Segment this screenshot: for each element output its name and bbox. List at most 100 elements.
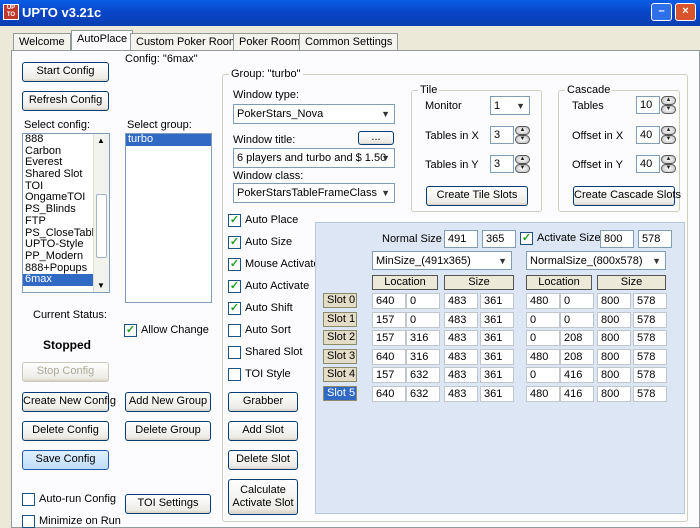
- slot-value-input[interactable]: 800: [597, 311, 631, 328]
- slot-value-input[interactable]: 578: [633, 348, 667, 365]
- slot-value-input[interactable]: 416: [560, 367, 594, 384]
- title-bar[interactable]: UP TO UPTO v3.21c – ×: [0, 0, 700, 26]
- slot-value-input[interactable]: 800: [597, 330, 631, 347]
- slot-value-input[interactable]: 316: [406, 330, 440, 347]
- slot-label[interactable]: Slot 5: [323, 386, 357, 401]
- group-list[interactable]: turbo: [125, 133, 212, 303]
- option-checkbox-auto-size[interactable]: ✓ Auto Size: [228, 236, 292, 249]
- cascade-tables-spinner[interactable]: ▲ ▼: [661, 96, 676, 114]
- tables-in-y-spinner[interactable]: ▲ ▼: [515, 155, 530, 173]
- slot-label[interactable]: Slot 4: [323, 367, 357, 383]
- slot-value-input[interactable]: 483: [444, 293, 478, 309]
- slot-value-input[interactable]: 157: [372, 367, 406, 384]
- slot-value-input[interactable]: 640: [372, 386, 406, 402]
- option-checkbox-shared-slot[interactable]: Shared Slot: [228, 346, 302, 359]
- slot-value-input[interactable]: 578: [633, 330, 667, 347]
- option-checkbox-auto-sort[interactable]: Auto Sort: [228, 324, 291, 337]
- slot-value-input[interactable]: 480: [526, 293, 560, 309]
- slot-value-input[interactable]: 208: [560, 348, 594, 365]
- spin-up-icon[interactable]: ▲: [515, 155, 530, 164]
- create-tile-slots-button[interactable]: Create Tile Slots: [426, 186, 528, 206]
- stop-config-button[interactable]: Stop Config: [22, 362, 109, 382]
- monitor-select[interactable]: 1 ▼: [490, 96, 530, 115]
- delete-slot-button[interactable]: Delete Slot: [228, 450, 298, 470]
- slot-value-input[interactable]: 578: [633, 293, 667, 309]
- minimize-checkbox[interactable]: Minimize on Run: [22, 515, 121, 528]
- calculate-activate-slot-button[interactable]: Calculate Activate Slot: [228, 479, 298, 515]
- slot-value-input[interactable]: 800: [597, 386, 631, 402]
- config-scrollbar[interactable]: ▲ ▼: [93, 134, 109, 292]
- slot-value-input[interactable]: 578: [633, 367, 667, 384]
- tab-autoplace[interactable]: AutoPlace: [71, 30, 134, 51]
- slot-value-input[interactable]: 800: [597, 293, 631, 309]
- slot-value-input[interactable]: 640: [372, 348, 406, 365]
- slot-value-input[interactable]: 0: [560, 311, 594, 328]
- option-checkbox-auto-place[interactable]: ✓ Auto Place: [228, 214, 298, 227]
- add-slot-button[interactable]: Add Slot: [228, 421, 298, 441]
- slot-value-input[interactable]: 483: [444, 386, 478, 402]
- tables-in-x-input[interactable]: 3: [490, 126, 514, 144]
- option-checkbox-mouse-activate[interactable]: ✓ Mouse Activate: [228, 258, 320, 271]
- slot-value-input[interactable]: 632: [406, 386, 440, 402]
- slot-value-input[interactable]: 483: [444, 330, 478, 347]
- refresh-config-button[interactable]: Refresh Config: [22, 91, 109, 111]
- list-item[interactable]: turbo: [126, 134, 211, 146]
- slot-value-input[interactable]: 632: [406, 367, 440, 384]
- slot-value-input[interactable]: 578: [633, 311, 667, 328]
- tab-common-settings[interactable]: Common Settings: [299, 33, 399, 50]
- slot-value-input[interactable]: 0: [406, 311, 440, 328]
- activate-size-checkbox[interactable]: ✓ Activate Size: [520, 232, 601, 245]
- option-checkbox-auto-activate[interactable]: ✓ Auto Activate: [228, 280, 309, 293]
- slot-value-input[interactable]: 800: [597, 367, 631, 384]
- save-config-button[interactable]: Save Config: [22, 450, 109, 470]
- slot-value-input[interactable]: 208: [560, 330, 594, 347]
- window-type-select[interactable]: PokerStars_Nova ▼: [233, 104, 395, 124]
- slot-value-input[interactable]: 0: [526, 311, 560, 328]
- spin-down-icon[interactable]: ▼: [515, 164, 530, 173]
- slot-value-input[interactable]: 416: [560, 386, 594, 402]
- slot-value-input[interactable]: 157: [372, 330, 406, 347]
- tab-poker-room[interactable]: Poker Room: [233, 33, 307, 50]
- scroll-down-icon[interactable]: ▼: [97, 281, 105, 290]
- offset-y-spinner[interactable]: ▲ ▼: [661, 155, 676, 173]
- slot-value-input[interactable]: 483: [444, 348, 478, 365]
- scroll-up-icon[interactable]: ▲: [97, 136, 105, 145]
- add-new-group-button[interactable]: Add New Group: [125, 392, 211, 412]
- tab-welcome[interactable]: Welcome: [13, 33, 71, 50]
- spin-down-icon[interactable]: ▼: [661, 164, 676, 173]
- offset-x-input[interactable]: 40: [636, 126, 660, 144]
- window-title-select[interactable]: 6 players and turbo and $ 1.50 ▼: [233, 148, 395, 168]
- window-class-select[interactable]: PokerStarsTableFrameClass ▼: [233, 183, 395, 203]
- slot-value-input[interactable]: 361: [480, 367, 514, 384]
- config-list[interactable]: 888 Carbon Everest Shared Slot TOI OngameTOI P…: [22, 133, 110, 293]
- min-size-select[interactable]: MinSize_(491x365) ▼: [372, 251, 512, 270]
- spin-up-icon[interactable]: ▲: [661, 96, 676, 105]
- slot-value-input[interactable]: 483: [444, 311, 478, 328]
- window-title-browse-button[interactable]: ...: [358, 131, 394, 145]
- slot-value-input[interactable]: 157: [372, 311, 406, 328]
- slot-value-input[interactable]: 0: [526, 330, 560, 347]
- slot-value-input[interactable]: 361: [480, 311, 514, 328]
- slot-value-input[interactable]: 361: [480, 348, 514, 365]
- spin-down-icon[interactable]: ▼: [661, 105, 676, 114]
- delete-group-button[interactable]: Delete Group: [125, 421, 211, 441]
- close-icon[interactable]: ×: [675, 3, 696, 21]
- slot-value-input[interactable]: 480: [526, 386, 560, 402]
- option-checkbox-toi-style[interactable]: TOI Style: [228, 368, 291, 381]
- delete-config-button[interactable]: Delete Config: [22, 421, 109, 441]
- activate-height-input[interactable]: 578: [638, 230, 672, 248]
- slot-label[interactable]: Slot 1: [323, 311, 357, 327]
- slot-value-input[interactable]: 483: [444, 367, 478, 384]
- start-config-button[interactable]: Start Config: [22, 62, 109, 82]
- normal-height-input[interactable]: 365: [482, 230, 516, 248]
- offset-x-spinner[interactable]: ▲ ▼: [661, 126, 676, 144]
- slot-label[interactable]: Slot 0: [323, 293, 357, 308]
- slot-value-input[interactable]: 480: [526, 348, 560, 365]
- autorun-checkbox[interactable]: Auto-run Config: [22, 493, 116, 506]
- spin-down-icon[interactable]: ▼: [515, 135, 530, 144]
- normal-width-input[interactable]: 491: [444, 230, 478, 248]
- slot-label[interactable]: Slot 3: [323, 348, 357, 364]
- tables-in-x-spinner[interactable]: ▲ ▼: [515, 126, 530, 144]
- slot-value-input[interactable]: 578: [633, 386, 667, 402]
- scroll-thumb[interactable]: [96, 194, 107, 258]
